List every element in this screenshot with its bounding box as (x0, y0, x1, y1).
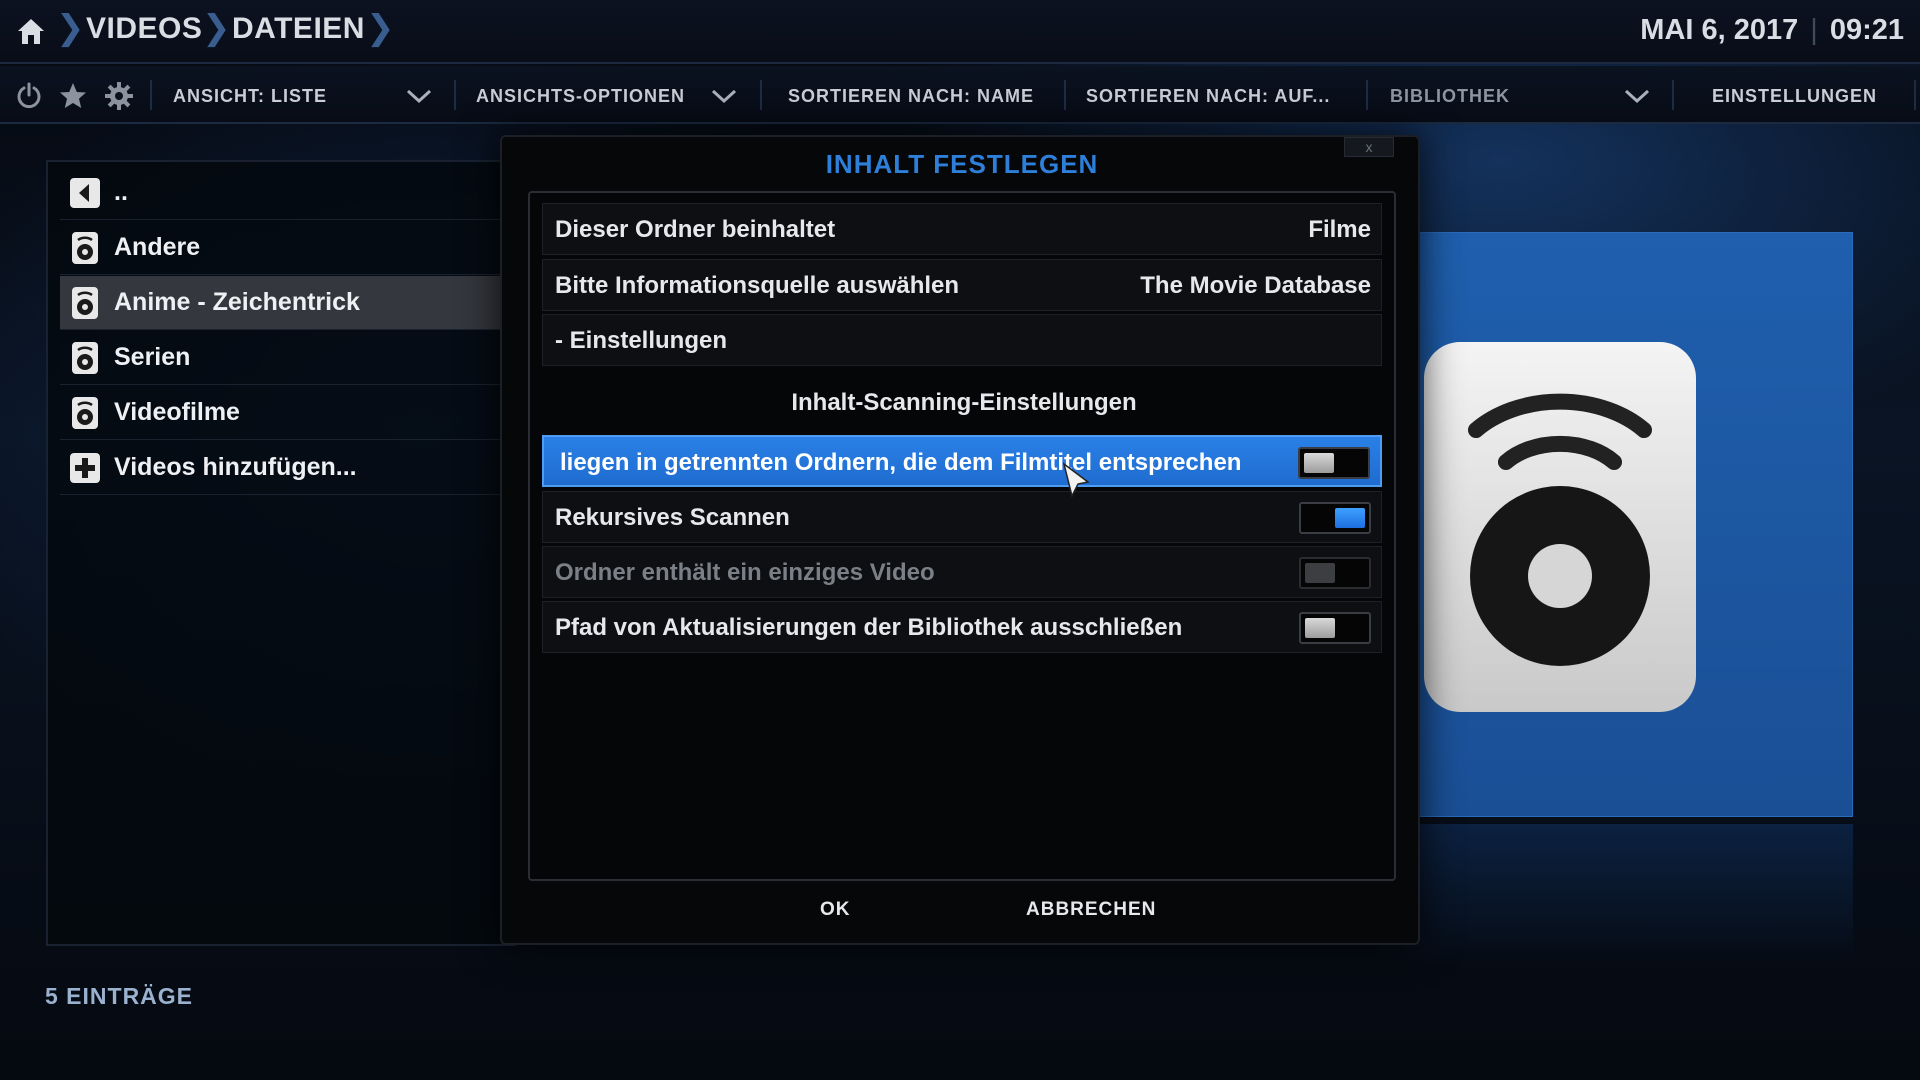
scraper-settings-label: - Einstellungen (555, 327, 728, 354)
toggle-knob (1305, 563, 1335, 583)
option-label: Ordner enthält ein einziges Video (555, 559, 935, 586)
option-label: Pfad von Aktualisierungen der Bibliothek… (555, 614, 1183, 641)
list-item-videofilme[interactable]: Videofilme (60, 386, 510, 440)
back-icon (70, 177, 100, 208)
list-item-label: Andere (114, 233, 201, 261)
ok-button[interactable]: OK (820, 899, 851, 921)
scraper-value: The Movie Database (1140, 272, 1371, 299)
power-icon[interactable] (14, 81, 44, 111)
cancel-button[interactable]: ABBRECHEN (1026, 899, 1156, 921)
breadcrumb-separator-icon: ❯ (366, 9, 395, 47)
list-item-label: Serien (114, 343, 191, 371)
toolbar-divider (760, 80, 762, 110)
time-label: 09:21 (1829, 14, 1904, 46)
dialog-settings-list: Dieser Ordner beinhaltet Filme Bitte Inf… (528, 191, 1396, 881)
toolbar-divider (1366, 80, 1368, 110)
library-button[interactable]: BIBLIOTHEK (1390, 86, 1510, 107)
breadcrumb-separator-icon: ❯ (202, 9, 231, 47)
set-content-dialog: INHALT FESTLEGEN x Dieser Ordner beinhal… (500, 135, 1420, 945)
option-exclude-path[interactable]: Pfad von Aktualisierungen der Bibliothek… (542, 601, 1382, 653)
breadcrumb-videos[interactable]: VIDEOS (86, 12, 202, 46)
option-separate-folders[interactable]: liegen in getrennten Ordnern, die dem Fi… (542, 435, 1382, 487)
toggle-switch[interactable] (1299, 612, 1371, 644)
list-item-parent[interactable]: .. (60, 166, 510, 220)
chevron-down-icon[interactable] (711, 88, 737, 104)
chevron-down-icon[interactable] (1624, 88, 1650, 104)
home-icon[interactable] (14, 14, 48, 48)
chevron-down-icon[interactable] (406, 88, 432, 104)
list-item-anime[interactable]: Anime - Zeichentrick (60, 276, 510, 330)
sort-by-button[interactable]: SORTIEREN NACH: NAME (788, 86, 1034, 107)
toolbar-divider (1914, 80, 1916, 110)
toolbar-divider (454, 80, 456, 110)
content-type-row[interactable]: Dieser Ordner beinhaltet Filme (542, 203, 1382, 255)
settings-button[interactable]: EINSTELLUNGEN (1712, 86, 1877, 107)
breadcrumb-dateien[interactable]: DATEIEN (232, 12, 365, 46)
list-item-serien[interactable]: Serien (60, 331, 510, 385)
date-label: MAI 6, 2017 (1640, 14, 1799, 46)
list-item-label: Anime - Zeichentrick (114, 288, 360, 316)
clock-divider: | (1810, 14, 1818, 46)
drive-icon (72, 231, 98, 264)
toggle-switch (1299, 557, 1371, 589)
toggle-knob (1305, 618, 1335, 638)
content-type-value: Filme (1308, 216, 1371, 243)
toolbar-divider (150, 80, 152, 110)
preview-reflection (1380, 824, 1853, 964)
drive-icon (72, 286, 98, 319)
network-drive-icon (1424, 342, 1696, 712)
drive-icon (72, 396, 98, 429)
scanning-section-heading: Inhalt-Scanning-Einstellungen (791, 389, 1137, 416)
list-item-add-videos[interactable]: Videos hinzufügen... (60, 441, 510, 495)
clock: MAI 6, 2017 | 09:21 (1640, 14, 1904, 47)
drive-icon (72, 341, 98, 374)
view-mode-button[interactable]: ANSICHT: LISTE (173, 86, 327, 107)
scraper-row[interactable]: Bitte Informationsquelle auswählen The M… (542, 259, 1382, 311)
option-recursive-scan[interactable]: Rekursives Scannen (542, 491, 1382, 543)
list-item-label: Videos hinzufügen... (114, 453, 357, 481)
toggle-knob (1335, 508, 1365, 528)
option-single-video: Ordner enthält ein einziges Video (542, 546, 1382, 598)
option-label: liegen in getrennten Ordnern, die dem Fi… (560, 449, 1242, 476)
breadcrumb-separator-icon: ❯ (56, 9, 85, 47)
toggle-switch[interactable] (1299, 502, 1371, 534)
top-bar: ❯ VIDEOS ❯ DATEIEN ❯ MAI 6, 2017 | 09:21 (0, 0, 1920, 64)
source-list: .. Andere Anime - Zeichentrick Serien Vi… (46, 160, 516, 946)
toggle-knob (1304, 453, 1334, 473)
list-item-label: Videofilme (114, 398, 240, 426)
toolbar: ANSICHT: LISTE ANSICHTS-OPTIONEN SORTIER… (0, 66, 1920, 124)
item-count: 5 EINTRÄGE (45, 983, 194, 1009)
view-options-button[interactable]: ANSICHTS-OPTIONEN (476, 86, 685, 107)
close-button[interactable]: x (1344, 137, 1394, 157)
scraper-settings-row[interactable]: - Einstellungen (542, 314, 1382, 366)
star-icon[interactable] (58, 81, 88, 111)
add-icon (70, 452, 100, 483)
option-label: Rekursives Scannen (555, 504, 790, 531)
content-type-label: Dieser Ordner beinhaltet (555, 216, 836, 243)
gear-icon[interactable] (104, 81, 134, 111)
toolbar-divider (1672, 80, 1674, 110)
list-item-label: .. (114, 178, 128, 206)
mouse-pointer-icon (1062, 462, 1090, 498)
toggle-switch[interactable] (1298, 447, 1370, 479)
dialog-title: INHALT FESTLEGEN (825, 149, 1099, 179)
toolbar-divider (1064, 80, 1066, 110)
scraper-label: Bitte Informationsquelle auswählen (555, 272, 960, 299)
list-item-andere[interactable]: Andere (60, 221, 510, 275)
sort-order-button[interactable]: SORTIEREN NACH: AUF... (1086, 86, 1330, 107)
